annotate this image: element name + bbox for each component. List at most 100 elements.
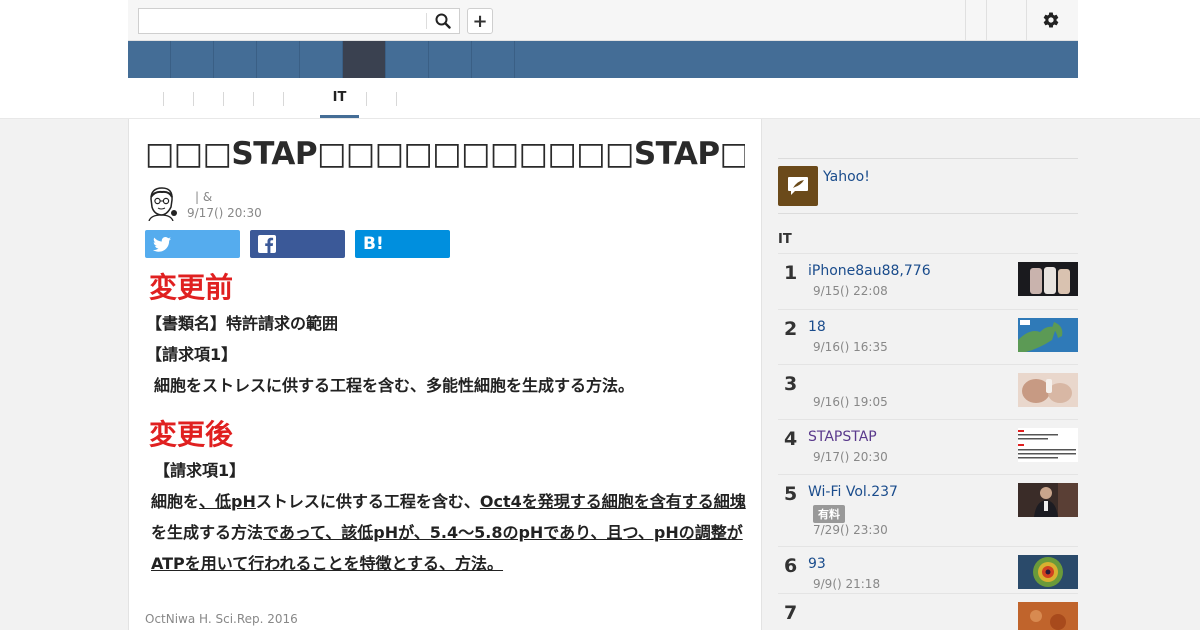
sub-navigation: IT — [128, 78, 1078, 118]
before-line: 【書類名】特許請求の範囲 — [146, 314, 339, 333]
subnav-divider — [223, 92, 224, 106]
main-navigation — [128, 41, 1078, 78]
rank-thumbnail-image[interactable] — [1018, 483, 1078, 517]
rank-number: 6 — [784, 555, 798, 577]
before-line: 細胞をストレスに供する工程を含む、多能性細胞を生成する方法。 — [154, 376, 635, 395]
after-heading: 変更後 — [149, 418, 234, 451]
rank-thumbnail-image[interactable] — [1018, 428, 1078, 462]
ranking-item[interactable]: 5 Wi-Fi Vol.237 有料 7/29() 23:30 — [778, 474, 1078, 546]
author-avatar[interactable] — [145, 185, 179, 222]
nav-item[interactable] — [257, 41, 300, 78]
subnav-tab-it[interactable]: IT — [320, 78, 359, 118]
subnav-divider — [253, 92, 254, 106]
nav-item[interactable] — [128, 41, 171, 78]
ranking-item[interactable]: 2 18 9/16() 16:35 — [778, 309, 1078, 364]
ranking-title: IT — [778, 232, 792, 247]
nav-item-active[interactable] — [343, 41, 386, 78]
top-bar: + — [0, 0, 1200, 41]
author-meta: | & 9/17() 20:30 — [187, 189, 262, 221]
nav-item[interactable] — [300, 41, 343, 78]
search-icon — [435, 13, 451, 29]
nav-item[interactable] — [472, 41, 515, 78]
subnav-divider — [163, 92, 164, 106]
search-button[interactable] — [431, 10, 455, 32]
rank-date: 9/9() 21:18 — [813, 577, 881, 591]
rank-thumbnail-image[interactable] — [1018, 373, 1078, 407]
feather-icon — [788, 177, 808, 195]
rank-title[interactable]: iPhone8au88,776 — [808, 263, 931, 279]
twitter-share-button[interactable] — [145, 230, 240, 258]
search-divider — [426, 13, 427, 29]
rank-number: 1 — [784, 262, 798, 284]
subnav-divider — [283, 92, 284, 106]
before-heading: 変更前 — [149, 271, 234, 304]
rank-date: 9/16() 16:35 — [813, 340, 888, 354]
search-input[interactable] — [139, 9, 425, 33]
after-body-text: Oct4を発現する細胞を含有する細塊 — [479, 492, 746, 511]
article: □□□STAP□□□□□□□□□□□STAP□□□□□ | & 9/17() 2… — [128, 118, 762, 630]
rank-number: 3 — [784, 373, 798, 395]
gear-icon — [1043, 12, 1059, 28]
subnav-divider — [396, 92, 397, 106]
rank-thumbnail-image[interactable] — [1018, 262, 1078, 296]
ranking-item[interactable]: 3 9/16() 19:05 — [778, 364, 1078, 419]
after-body-text: を生成する方法 — [151, 523, 264, 542]
toolbar-divider — [986, 0, 987, 40]
rank-date: 7/29() 23:30 — [813, 523, 888, 537]
after-line: 【請求項1】 — [154, 461, 246, 480]
author-byline[interactable]: | & — [187, 189, 262, 205]
toolbar-divider — [1026, 0, 1027, 40]
rank-title[interactable]: 93 — [808, 556, 826, 572]
ranking-item[interactable]: 6 93 9/9() 21:18 — [778, 546, 1078, 593]
add-button[interactable]: + — [467, 8, 493, 34]
sidebar-divider — [778, 213, 1078, 214]
after-body-text: ストレスに供する工程を含む、 — [255, 492, 480, 511]
rank-title[interactable]: 18 — [808, 319, 826, 335]
rank-date: 9/16() 19:05 — [813, 395, 888, 409]
image-caption: OctNiwa H. Sci.Rep. 2016 — [145, 612, 298, 626]
subnav-divider — [366, 92, 367, 106]
patent-claims-image: 変更前 【書類名】特許請求の範囲 【請求項1】 細胞をストレスに供する工程を含む… — [145, 268, 755, 579]
ranking-item[interactable]: 1 iPhone8au88,776 9/15() 22:08 — [778, 253, 1078, 309]
settings-button[interactable] — [1040, 9, 1062, 31]
nav-item[interactable] — [386, 41, 429, 78]
rank-number: 2 — [784, 318, 798, 340]
author-illustration — [145, 185, 179, 222]
yahoo-logo[interactable] — [778, 166, 818, 206]
rank-title[interactable]: STAPSTAP — [808, 429, 877, 445]
rank-thumbnail-image[interactable] — [1018, 602, 1078, 630]
sidebar-divider — [778, 158, 1078, 159]
yahoo-link[interactable]: Yahoo! — [823, 169, 870, 185]
subnav-border — [0, 118, 1200, 119]
ranking-item[interactable]: 4 STAPSTAP 9/17() 20:30 — [778, 419, 1078, 474]
facebook-icon — [258, 235, 276, 253]
subnav-divider — [193, 92, 194, 106]
nav-item[interactable] — [214, 41, 257, 78]
share-buttons: B! — [145, 230, 450, 258]
hatena-bookmark-button[interactable]: B! — [355, 230, 450, 258]
rank-title[interactable]: Wi-Fi Vol.237 — [808, 484, 898, 500]
rank-date: 9/15() 22:08 — [813, 284, 888, 298]
top-bar-inner: + — [128, 0, 1078, 41]
nav-item[interactable] — [171, 41, 214, 78]
ranking-item[interactable]: 7 — [778, 593, 1078, 630]
rank-number: 7 — [784, 602, 798, 624]
nav-item[interactable] — [429, 41, 472, 78]
twitter-icon — [153, 236, 171, 252]
rank-number: 5 — [784, 483, 798, 505]
facebook-share-button[interactable] — [250, 230, 345, 258]
before-line: 【請求項1】 — [146, 345, 238, 364]
toolbar-divider — [965, 0, 966, 40]
after-body: 細胞を、低pHストレスに供する工程を含む、Oct4を発現する細胞を含有する細塊を… — [145, 486, 755, 579]
rank-date: 9/17() 20:30 — [813, 450, 888, 464]
rank-thumbnail-image[interactable] — [1018, 555, 1078, 589]
rank-thumbnail-image[interactable] — [1018, 318, 1078, 352]
after-body-text: 、低pH — [199, 492, 256, 511]
article-title: □□□STAP□□□□□□□□□□□STAP□□□□□ — [145, 136, 745, 172]
search-box — [138, 8, 460, 34]
paid-badge: 有料 — [813, 505, 845, 523]
after-body-text: 細胞を — [151, 492, 200, 511]
article-date: 9/17() 20:30 — [187, 206, 262, 220]
ranking-list: 1 iPhone8au88,776 9/15() 22:08 2 18 9/16… — [778, 253, 1078, 630]
